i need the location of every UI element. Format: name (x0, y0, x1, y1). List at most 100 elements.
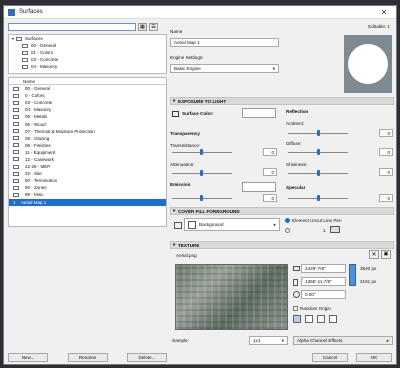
tree-item-surfaces[interactable]: ▾ Surfaces (9, 35, 166, 42)
mirror-x-icon[interactable] (305, 315, 313, 323)
pen-radio-selected[interactable] (285, 218, 290, 223)
browse-texture-icon[interactable]: ▣ (381, 250, 391, 259)
grid-view-icon[interactable]: ▦ (138, 22, 147, 31)
list-item[interactable]: 08 - Glazing (9, 135, 166, 142)
mirror-y-icon[interactable] (317, 315, 325, 323)
folder-icon (13, 192, 19, 197)
chevron-down-icon: ▾ (272, 65, 275, 71)
emission-slider-knob[interactable] (200, 195, 203, 201)
list-item[interactable]: 99 - Misc. (9, 191, 166, 198)
list-item[interactable]: 09 - Finishes (9, 142, 166, 149)
list-item[interactable]: 04 - Masonry (9, 106, 166, 113)
transparency-label: Transparency (170, 131, 200, 136)
ambient-slider-knob[interactable] (317, 130, 320, 136)
folder-icon (22, 50, 28, 55)
folder-icon (13, 171, 19, 176)
ambient-label: Ambient: (286, 121, 305, 126)
rename-button[interactable]: Rename (67, 353, 108, 362)
folder-icon (13, 129, 19, 134)
attenuation-label: Attenuation: (170, 162, 195, 167)
tree-item[interactable]: 01 - Colors (9, 49, 166, 56)
tree-item[interactable]: 04 - Masonry (9, 63, 166, 70)
ok-button[interactable]: OK (356, 353, 392, 362)
search-input[interactable] (8, 22, 136, 31)
engine-select[interactable]: Basic Engine ▾ (170, 64, 279, 73)
list-item[interactable]: 12 - Casework (9, 156, 166, 163)
title-bar: Surfaces ✕ (4, 6, 396, 19)
random-origin-checkbox[interactable] (293, 306, 298, 311)
texture-angle-field[interactable]: 0.00° (301, 290, 346, 299)
lock-proportion-icon[interactable] (349, 264, 356, 286)
name-label: Name (170, 29, 183, 34)
pen-radio[interactable] (285, 228, 290, 233)
shininess-slider-knob[interactable] (317, 170, 320, 176)
pen-swatch[interactable] (330, 226, 340, 233)
remove-texture-icon[interactable]: ✕ (369, 250, 379, 259)
pen-number: 1 (323, 228, 326, 233)
folder-icon (13, 86, 19, 91)
section-cover-fill[interactable]: ▾ COVER FILL FOREGROUND (170, 207, 394, 215)
emission-color-picker[interactable] (242, 182, 276, 192)
emission-field[interactable]: 0 (263, 194, 277, 202)
column-header-name[interactable]: Name (9, 78, 166, 85)
folder-icon (13, 114, 19, 119)
pixel-width: 3840 px (360, 266, 377, 271)
tree-item[interactable]: 00 - General (9, 42, 166, 49)
folder-icon (13, 107, 19, 112)
transmittance-slider-knob[interactable] (200, 149, 203, 155)
transmittance-field[interactable]: 0 (263, 148, 277, 156)
list-item-selected[interactable]: 1 Aerial Map 1 (9, 198, 166, 206)
list-view-icon[interactable]: ☰ (149, 22, 158, 31)
alpha-channel-effects[interactable]: Alpha Channel Effects ▸ (293, 336, 393, 345)
list-item[interactable]: 22-26 - MEP (9, 163, 166, 170)
list-item[interactable]: 06 - Wood (9, 120, 166, 127)
list-item[interactable]: 11 - Equipment (9, 149, 166, 156)
new-button[interactable]: New... (8, 353, 48, 362)
name-field[interactable]: Aerial Map 1 (170, 38, 279, 47)
folder-icon (13, 93, 19, 98)
cancel-button[interactable]: Cancel (312, 353, 348, 362)
surface-color-picker[interactable] (242, 108, 276, 118)
engine-label: Engine Settings: (170, 55, 204, 60)
tree-item[interactable]: 03 - Concrete (9, 56, 166, 63)
diffuse-field[interactable]: 0 (379, 148, 393, 156)
fill-icon (174, 222, 182, 229)
delete-button[interactable]: Delete... (127, 353, 167, 362)
texture-height-field[interactable]: 1366'-11 7/8" (301, 277, 346, 286)
aerial-pattern (176, 265, 287, 329)
chevron-right-icon: ▸ (386, 337, 389, 343)
editable-count: Editable: 1 (368, 24, 390, 29)
specular-field[interactable]: 0 (379, 194, 393, 202)
close-icon[interactable]: ✕ (372, 6, 396, 19)
section-exposure[interactable]: ▾ EXPOSURE TO LIGHT (170, 97, 394, 105)
fill-select[interactable]: Background ▸ (184, 218, 280, 231)
chevron-down-icon[interactable]: ▾ (12, 36, 14, 41)
surface-list: Name 00 - General 0 - Colors 03 - Concre… (8, 77, 167, 227)
list-item[interactable]: 90 - Zones (9, 184, 166, 191)
chevron-down-icon: ▾ (173, 98, 176, 103)
shininess-label: Shininess: (286, 162, 308, 167)
mirror-xy-icon[interactable] (329, 315, 337, 323)
specular-slider-knob[interactable] (317, 195, 320, 201)
app-icon (8, 8, 15, 16)
attenuation-field[interactable]: 0 (263, 168, 277, 176)
diffuse-slider-knob[interactable] (317, 149, 320, 155)
list-item[interactable]: 00 - General (9, 85, 166, 92)
list-item[interactable]: 0 - Colors (9, 92, 166, 99)
list-item[interactable]: 50 - Terminotion (9, 177, 166, 184)
texture-width-field[interactable]: 2429'-7/8" (301, 264, 346, 273)
list-item[interactable]: 07 - Thermal & Moisture Protection (9, 128, 166, 135)
shininess-field[interactable]: 0 (379, 168, 393, 176)
ambient-field[interactable]: 0 (379, 129, 393, 137)
section-texture[interactable]: ▾ TEXTURE (170, 241, 394, 249)
list-item[interactable]: 32 - Site (9, 170, 166, 177)
texture-preview-image (175, 264, 288, 330)
folder-icon (16, 36, 23, 41)
sample-select[interactable]: 1x1 ▾ (249, 336, 288, 345)
reflection-label: Reflection (286, 109, 309, 114)
chevron-down-icon: ▾ (173, 208, 176, 213)
list-item[interactable]: 03 - Concrete (9, 99, 166, 106)
list-item[interactable]: 05 - Metals (9, 113, 166, 120)
mirror-none-icon[interactable] (293, 315, 301, 323)
attenuation-slider-knob[interactable] (200, 170, 203, 176)
